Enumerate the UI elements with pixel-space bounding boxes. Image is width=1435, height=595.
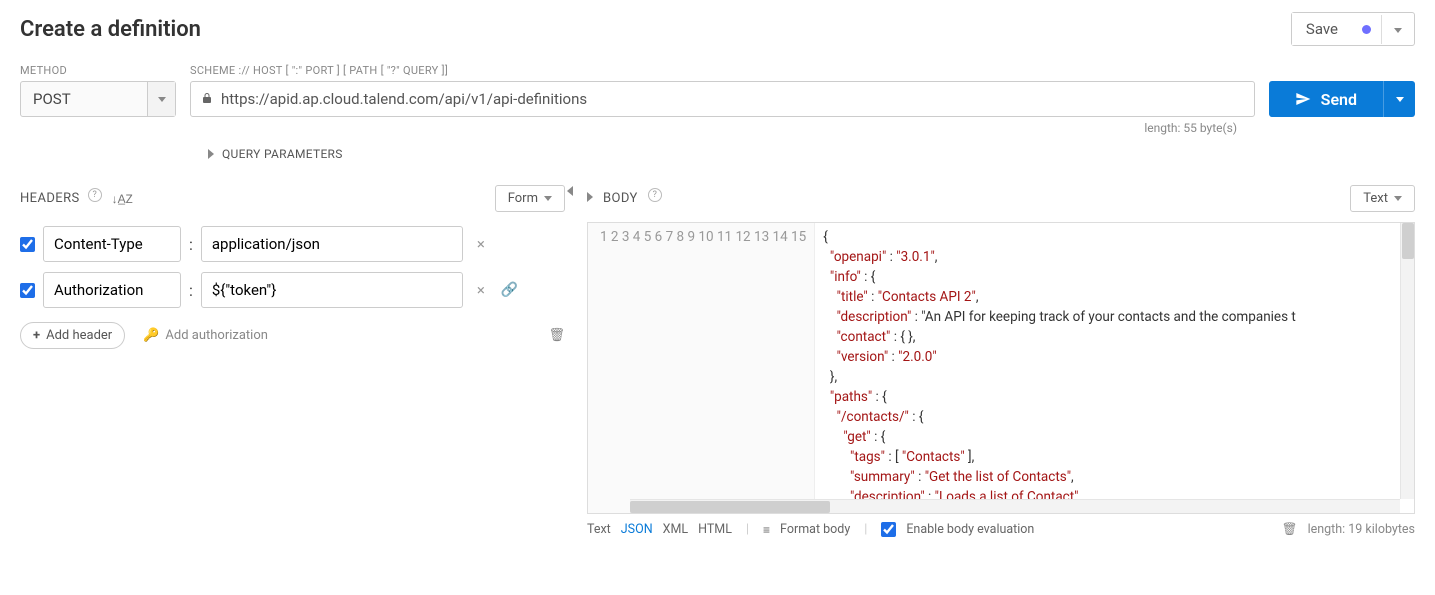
- url-text: https://apid.ap.cloud.talend.com/api/v1/…: [221, 90, 587, 108]
- method-label: METHOD: [20, 64, 176, 77]
- save-group: Save: [1291, 12, 1415, 46]
- help-icon[interactable]: ?: [648, 188, 662, 202]
- save-button[interactable]: Save: [1292, 13, 1352, 45]
- save-caret-button[interactable]: [1381, 15, 1414, 44]
- trash-icon[interactable]: 🗑: [548, 328, 565, 343]
- header-value-input[interactable]: [201, 226, 463, 262]
- page-title: Create a definition: [20, 17, 201, 42]
- text-toggle-label: Text: [1363, 191, 1388, 206]
- header-value-input[interactable]: [201, 272, 463, 308]
- form-toggle-label: Form: [508, 191, 538, 206]
- query-params-toggle[interactable]: QUERY PARAMETERS: [208, 147, 1415, 161]
- help-icon[interactable]: ?: [88, 188, 102, 202]
- chevron-right-icon: [208, 149, 214, 159]
- lock-icon: [201, 90, 213, 108]
- expand-right-icon[interactable]: [587, 191, 593, 206]
- url-length-meta: length: 55 byte(s): [20, 121, 1237, 135]
- chevron-down-icon: [544, 196, 552, 201]
- foot-xml[interactable]: XML: [663, 522, 688, 537]
- separator: |: [746, 522, 749, 537]
- key-icon: 🔑: [143, 328, 159, 343]
- form-mode-toggle[interactable]: Form: [495, 185, 565, 212]
- remove-header-icon[interactable]: ×: [477, 281, 485, 299]
- header-checkbox[interactable]: [20, 283, 35, 298]
- link-icon[interactable]: 🔗: [501, 282, 518, 298]
- body-title: BODY: [603, 191, 638, 206]
- url-input[interactable]: https://apid.ap.cloud.talend.com/api/v1/…: [190, 81, 1255, 117]
- enable-eval-checkbox[interactable]: [881, 522, 896, 537]
- foot-html[interactable]: HTML: [698, 522, 732, 537]
- trash-icon[interactable]: 🗑: [1282, 522, 1298, 537]
- header-row: : × 🔗: [20, 272, 565, 308]
- header-checkbox[interactable]: [20, 237, 35, 252]
- line-gutter: 1 2 3 4 5 6 7 8 9 10 11 12 13 14 15: [588, 223, 815, 513]
- body-editor[interactable]: 1 2 3 4 5 6 7 8 9 10 11 12 13 14 15 { "o…: [587, 222, 1415, 514]
- send-caret-button[interactable]: [1383, 81, 1415, 117]
- colon: :: [189, 281, 193, 300]
- scroll-thumb[interactable]: [630, 501, 830, 513]
- add-header-button[interactable]: + Add header: [20, 322, 125, 349]
- format-icon: ≡: [763, 523, 770, 537]
- header-row: : ×: [20, 226, 565, 262]
- format-body-button[interactable]: Format body: [780, 522, 850, 537]
- send-button[interactable]: Send: [1269, 81, 1383, 117]
- foot-json[interactable]: JSON: [621, 522, 653, 537]
- vertical-scrollbar[interactable]: [1400, 223, 1414, 499]
- collapse-left-icon[interactable]: [567, 185, 573, 200]
- remove-header-icon[interactable]: ×: [477, 235, 485, 253]
- horizontal-scrollbar[interactable]: [630, 499, 1400, 513]
- enable-eval-label[interactable]: Enable body evaluation: [906, 522, 1034, 537]
- add-authorization-button[interactable]: 🔑 Add authorization: [143, 328, 268, 343]
- query-params-label: QUERY PARAMETERS: [222, 147, 343, 161]
- add-header-label: Add header: [46, 328, 112, 343]
- url-label: SCHEME :// HOST [ ":" PORT ] [ PATH [ "?…: [190, 64, 448, 77]
- colon: :: [189, 235, 193, 254]
- add-auth-label: Add authorization: [165, 328, 268, 343]
- body-code[interactable]: { "openapi" : "3.0.1", "info" : { "title…: [815, 223, 1414, 513]
- scroll-thumb[interactable]: [1402, 223, 1414, 259]
- method-value: POST: [21, 90, 147, 108]
- separator: |: [864, 522, 867, 537]
- foot-text[interactable]: Text: [587, 522, 611, 537]
- headers-title: HEADERS: [20, 191, 80, 206]
- plus-icon: +: [33, 328, 40, 343]
- method-select[interactable]: POST: [20, 81, 176, 117]
- chevron-down-icon: [1394, 196, 1402, 201]
- unsaved-dot-icon: [1362, 25, 1371, 34]
- body-mode-toggle[interactable]: Text: [1350, 185, 1415, 212]
- header-key-input[interactable]: [43, 226, 181, 262]
- header-key-input[interactable]: [43, 272, 181, 308]
- method-caret-icon[interactable]: [147, 82, 175, 116]
- send-label: Send: [1321, 90, 1357, 109]
- sort-icon[interactable]: ↓A̲Z: [112, 192, 133, 206]
- body-length-meta: length: 19 kilobytes: [1308, 522, 1415, 537]
